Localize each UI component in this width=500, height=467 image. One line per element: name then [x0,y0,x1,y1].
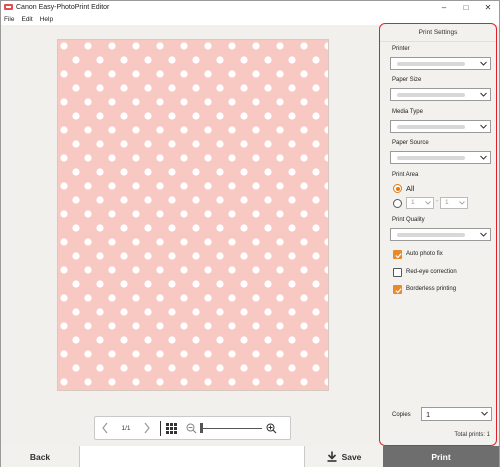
print-area-all-label: All [406,184,415,193]
print-button[interactable]: Print [383,446,499,467]
paper-source-value [397,156,465,160]
paper-size-select[interactable] [390,88,491,101]
toolbar-divider [160,420,161,436]
app-window: Canon Easy-PhotoPrint Editor – □ ✕ File … [0,0,500,467]
save-label: Save [341,451,362,462]
chevron-down-icon [480,61,487,66]
chevron-down-icon [425,201,431,205]
chevron-left-icon[interactable] [95,418,115,438]
zoom-out-icon[interactable] [184,421,198,435]
polka-dot-background [58,40,328,390]
print-quality-label: Print Quality [392,217,425,223]
copies-label: Copies [392,412,411,418]
total-prints: Total prints: 1 [454,432,490,438]
print-quality-value [397,233,465,237]
panel-title: Print Settings [380,24,496,42]
print-area-label: Print Area [392,172,419,178]
paper-preview[interactable] [57,39,329,391]
red-eye-checkbox[interactable] [393,268,402,277]
save-button[interactable]: Save [304,446,383,467]
printer-value [397,62,465,66]
chevron-down-icon [480,232,487,237]
checkmark-icon [395,288,402,294]
zoom-slider[interactable] [200,422,262,434]
print-area-from-select[interactable]: 1 [406,197,434,209]
menu-help[interactable]: Help [40,16,53,23]
borderless-label: Borderless printing [406,286,457,292]
media-type-value [397,125,465,129]
range-separator: - [436,198,439,205]
back-button[interactable]: Back [1,446,80,467]
download-icon [327,451,337,462]
print-quality-select[interactable] [390,228,491,241]
print-area-from-value: 1 [411,199,415,206]
print-area-to-select[interactable]: 1 [440,197,468,209]
borderless-checkbox[interactable] [393,285,402,294]
paper-source-label: Paper Source [392,140,429,146]
zoom-slider-thumb[interactable] [200,423,203,433]
red-eye-label: Red-eye correction [406,269,457,275]
auto-photo-fix-label: Auto photo fix [406,251,443,257]
printer-label: Printer [392,46,410,52]
bottom-spacer [80,446,304,467]
checkmark-icon [395,253,402,259]
print-area-range-radio[interactable] [393,199,402,208]
page-indicator: 1/1 [121,424,131,432]
chevron-down-icon [480,124,487,129]
grid-icon[interactable] [164,421,178,435]
minimize-button[interactable]: – [433,1,455,14]
chevron-down-icon [480,92,487,97]
copies-value: 1 [426,410,431,419]
zoom-slider-track [200,427,262,429]
paper-size-value [397,93,465,97]
canvas-area: 1/1 [1,25,380,444]
window-title: Canon Easy-PhotoPrint Editor [16,4,110,11]
paper-size-label: Paper Size [392,77,422,83]
media-type-select[interactable] [390,120,491,133]
bottom-bar: Back Save Print [1,446,499,467]
print-settings-panel: Print Settings Printer Paper Size Media … [379,23,497,446]
printer-select[interactable] [390,57,491,70]
chevron-right-icon[interactable] [137,418,157,438]
chevron-down-icon [459,201,465,205]
close-button[interactable]: ✕ [477,1,499,14]
zoom-toolbar: 1/1 [94,416,291,440]
media-type-label: Media Type [392,109,423,115]
chevron-down-icon [480,155,487,160]
auto-photo-fix-checkbox[interactable] [393,250,402,259]
chevron-down-icon [481,411,488,416]
app-icon [4,3,13,12]
print-area-to-value: 1 [445,199,449,206]
zoom-in-icon[interactable] [264,421,278,435]
print-area-all-radio[interactable] [393,184,402,193]
maximize-button[interactable]: □ [455,1,477,14]
menu-file[interactable]: File [4,16,14,23]
menu-edit[interactable]: Edit [21,16,32,23]
copies-select[interactable]: 1 [421,407,492,421]
paper-source-select[interactable] [390,151,491,164]
title-bar: Canon Easy-PhotoPrint Editor – □ ✕ [1,1,499,14]
